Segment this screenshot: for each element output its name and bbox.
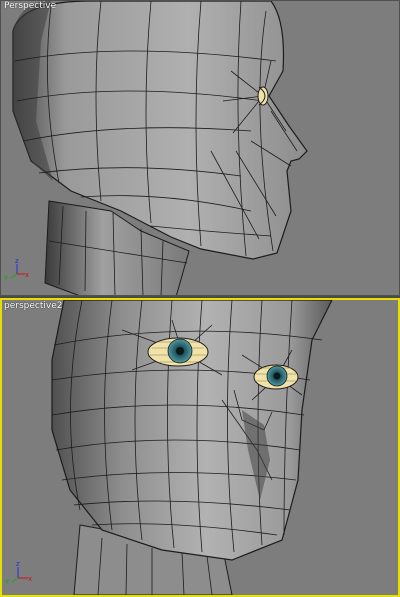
axis-z-label: z bbox=[15, 257, 19, 265]
axis-z-label: z bbox=[16, 560, 20, 568]
axis-labels: z x y bbox=[4, 257, 29, 281]
viewport-label[interactable]: perspective2 bbox=[4, 301, 62, 312]
axis-x-label: x bbox=[25, 271, 29, 279]
axis-y-label: y bbox=[5, 577, 9, 585]
axis-x-label: x bbox=[28, 575, 32, 583]
axis-y-label: y bbox=[4, 273, 8, 281]
viewport-label[interactable]: Perspective bbox=[4, 1, 56, 12]
head-mesh-front-view[interactable] bbox=[2, 300, 398, 595]
axis-tripod-icon: z x y bbox=[5, 560, 32, 585]
viewport-perspective[interactable]: Perspective z x y bbox=[0, 0, 400, 296]
viewport-perspective2[interactable]: perspective2 z x y bbox=[0, 298, 400, 597]
head-mesh-side-view[interactable] bbox=[1, 1, 400, 296]
